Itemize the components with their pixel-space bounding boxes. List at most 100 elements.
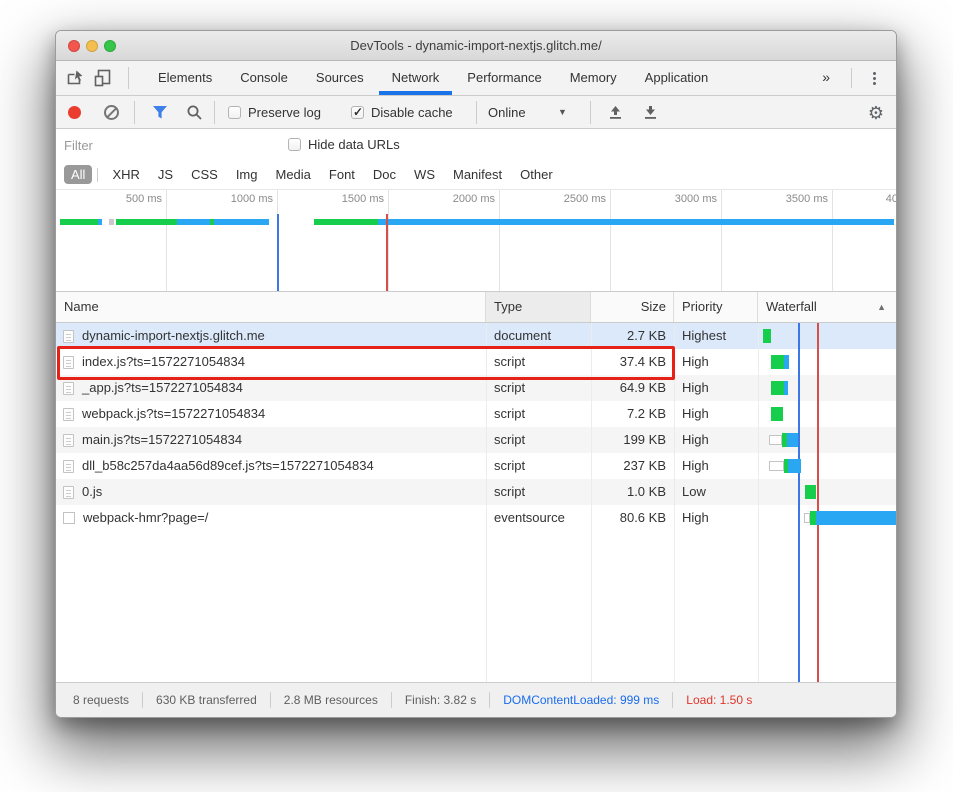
document-file-icon [63,382,74,395]
table-row[interactable]: webpack.js?ts=1572271054834script7.2 KBH… [56,401,896,427]
overview-activity-bar [214,219,269,225]
divider [97,168,98,182]
domcontentloaded-time: DOMContentLoaded: 999 ms [489,692,672,708]
chip-img[interactable]: Img [227,165,267,184]
cell-type: script [494,453,590,479]
chip-xhr[interactable]: XHR [103,165,148,184]
gear-icon[interactable]: ⚙︎ [868,101,884,125]
kebab-menu-icon[interactable] [866,69,882,87]
preserve-log-label: Preserve log [248,96,321,129]
table-row[interactable]: dll_b58c257da4aa56d89cef.js?ts=157227105… [56,453,896,479]
clear-icon[interactable] [104,105,119,120]
inspect-element-icon[interactable] [66,69,84,87]
cell-type: script [494,427,590,453]
overview-gridline [721,190,722,291]
device-toolbar-icon[interactable] [94,69,112,87]
zoom-button[interactable] [104,40,116,52]
chip-js[interactable]: JS [149,165,182,184]
panel-tabs: ElementsConsoleSourcesNetworkPerformance… [144,61,722,95]
title-bar: DevTools - dynamic-import-nextjs.glitch.… [56,31,896,61]
throttling-select[interactable]: Online [488,96,526,129]
column-header-size[interactable]: Size [591,292,674,322]
more-panels-button[interactable]: » [814,61,838,94]
column-header-name[interactable]: Name [56,292,486,322]
cell-priority: High [682,453,758,479]
tab-console[interactable]: Console [226,61,302,95]
tab-network[interactable]: Network [378,61,454,95]
cell-waterfall [758,375,896,401]
divider [851,68,852,88]
filter-row: Hide data URLs [56,129,896,161]
table-header: Name Type Size Priority Waterfall ▲ [56,291,896,323]
chip-css[interactable]: CSS [182,165,227,184]
waterfall-bar-green [763,329,771,343]
overview-activity-bar [116,219,177,225]
cell-priority: Low [682,479,758,505]
table-row[interactable]: main.js?ts=1572271054834script199 KBHigh [56,427,896,453]
divider [134,101,135,124]
document-file-icon [63,486,74,499]
table-row[interactable]: webpack-hmr?page=/eventsource80.6 KBHigh [56,505,896,531]
cell-type: script [494,479,590,505]
preserve-log-checkbox[interactable] [228,106,241,119]
tab-elements[interactable]: Elements [144,61,226,95]
table-row[interactable]: 0.jsscript1.0 KBLow [56,479,896,505]
chevron-down-icon[interactable]: ▼ [558,96,567,129]
overview-tick-label: 2500 ms [528,193,606,205]
cell-waterfall [758,349,896,375]
waterfall-bar-green [771,407,783,421]
cell-priority: Highest [682,323,758,349]
screenshot-stage: DevTools - dynamic-import-nextjs.glitch.… [0,0,953,792]
chip-media[interactable]: Media [266,165,319,184]
filter-input[interactable] [64,133,279,157]
record-icon[interactable] [68,106,81,119]
tab-application[interactable]: Application [631,61,723,95]
cell-name: webpack-hmr?page=/ [56,505,484,531]
chip-manifest[interactable]: Manifest [444,165,511,184]
cell-waterfall [758,505,896,531]
request-name: 0.js [82,479,102,505]
column-header-type[interactable]: Type [486,292,591,322]
column-header-waterfall[interactable]: Waterfall ▲ [758,292,896,322]
cell-type: script [494,401,590,427]
resource-type-filter: All XHRJSCSSImgMediaFontDocWSManifestOthe… [56,161,896,189]
chip-doc[interactable]: Doc [364,165,405,184]
column-header-priority[interactable]: Priority [674,292,758,322]
waterfall-bar-blue [788,459,801,473]
magnifier-icon[interactable] [186,104,203,121]
overview-gridline [499,190,500,291]
timeline-overview[interactable]: 500 ms1000 ms1500 ms2000 ms2500 ms3000 m… [56,189,896,291]
export-har-icon[interactable] [642,104,659,121]
chip-ws[interactable]: WS [405,165,444,184]
chip-font[interactable]: Font [320,165,364,184]
disable-cache-checkbox[interactable] [351,106,364,119]
cell-waterfall [758,453,896,479]
hide-data-urls-checkbox[interactable] [288,138,301,151]
minimize-button[interactable] [86,40,98,52]
devtools-window: DevTools - dynamic-import-nextjs.glitch.… [55,30,897,718]
cell-priority: High [682,375,758,401]
window-title: DevTools - dynamic-import-nextjs.glitch.… [56,31,896,60]
sort-asc-icon[interactable]: ▲ [877,292,886,322]
devtools-tab-bar: ElementsConsoleSourcesNetworkPerformance… [56,61,896,96]
cell-name: 0.js [56,479,484,505]
tab-performance[interactable]: Performance [453,61,555,95]
chip-all[interactable]: All [64,165,92,184]
overview-activity-bar [60,219,98,225]
overview-gridline [166,190,167,291]
waterfall-bar-green [805,485,816,499]
requests-count: 8 requests [60,692,142,708]
cell-name: webpack.js?ts=1572271054834 [56,401,484,427]
document-file-icon [63,434,74,447]
divider [128,67,129,89]
tab-sources[interactable]: Sources [302,61,378,95]
overview-activity-bar [314,219,378,225]
close-button[interactable] [68,40,80,52]
overview-activity-bar [378,219,894,225]
chip-other[interactable]: Other [511,165,562,184]
status-bar: 8 requests 630 KB transferred 2.8 MB res… [56,682,896,717]
waterfall-bar-blue [787,433,798,447]
funnel-icon[interactable] [152,105,168,120]
import-har-icon[interactable] [607,104,624,121]
tab-memory[interactable]: Memory [556,61,631,95]
